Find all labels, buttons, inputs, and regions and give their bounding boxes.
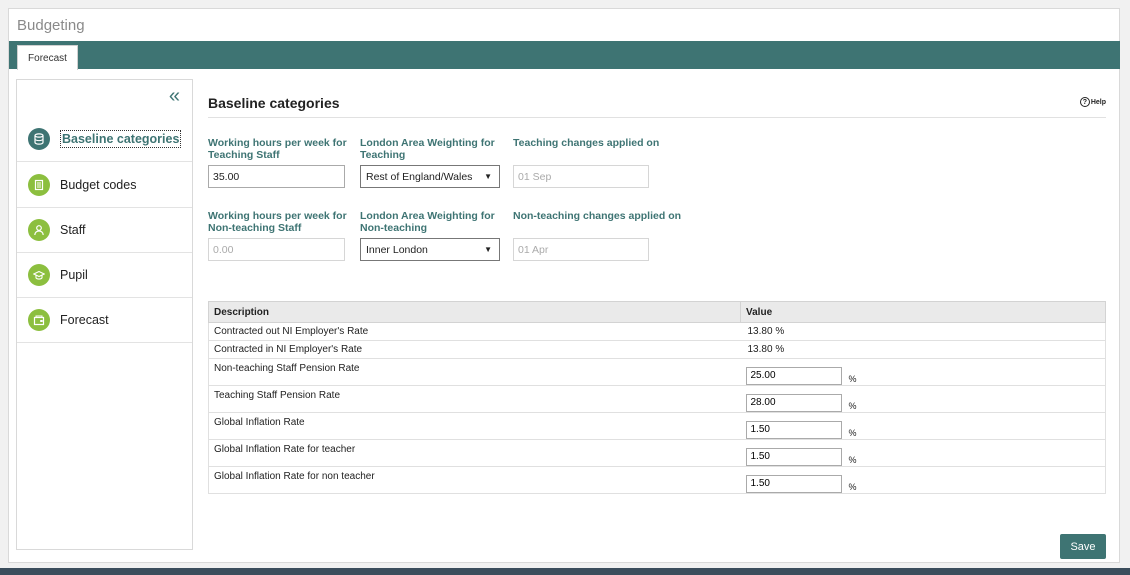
- rate-input[interactable]: [745, 366, 842, 385]
- person-icon: [28, 219, 50, 241]
- row-value: %: [740, 466, 1106, 494]
- percent-unit: %: [848, 400, 857, 411]
- label-line: Non-teaching Staff: [208, 222, 302, 234]
- row-value: %: [740, 358, 1106, 386]
- rate-input[interactable]: [745, 474, 842, 493]
- row-description: Contracted out NI Employer's Rate: [208, 322, 741, 341]
- law-teaching-label: London Area Weighting for Teaching: [360, 137, 495, 161]
- label-line: Teaching Staff: [208, 149, 280, 161]
- sidebar-item-pupil[interactable]: Pupil: [17, 253, 192, 298]
- row-value: %: [740, 385, 1106, 413]
- rates-table: Description Value Contracted out NI Empl…: [208, 301, 1106, 494]
- select-value: Inner London: [366, 243, 428, 256]
- collapse-sidebar-icon[interactable]: «: [169, 86, 180, 106]
- sidebar-item-forecast[interactable]: Forecast: [17, 298, 192, 343]
- column-header-description: Description: [208, 301, 741, 323]
- rate-input[interactable]: [745, 393, 842, 412]
- dropdown-arrow-icon: ▼: [484, 172, 492, 181]
- column-header-value: Value: [740, 301, 1106, 323]
- help-label: Help: [1090, 98, 1106, 106]
- row-value: 13.80 %: [740, 340, 1106, 359]
- table-row: Contracted out NI Employer's Rate 13.80 …: [208, 322, 1106, 341]
- label-line: Non-teaching: [360, 222, 428, 234]
- nonteaching-hours-input[interactable]: [208, 238, 345, 261]
- percent-unit: %: [848, 373, 857, 384]
- table-row: Global Inflation Rate for teacher %: [208, 439, 1106, 467]
- tab-forecast[interactable]: Forecast: [17, 45, 78, 70]
- row-description: Non-teaching Staff Pension Rate: [208, 358, 741, 386]
- row-description: Teaching Staff Pension Rate: [208, 385, 741, 413]
- label-line: London Area Weighting for: [360, 137, 495, 149]
- teaching-hours-label: Working hours per week for Teaching Staf…: [208, 137, 347, 161]
- page-title: Baseline categories: [208, 95, 340, 111]
- row-description: Contracted in NI Employer's Rate: [208, 340, 741, 359]
- row-description: Global Inflation Rate for teacher: [208, 439, 741, 467]
- sidebar-item-label: Budget codes: [60, 178, 137, 192]
- teaching-changes-label: Teaching changes applied on: [513, 137, 660, 149]
- sidebar-item-staff[interactable]: Staff: [17, 208, 192, 253]
- table-row: Teaching Staff Pension Rate %: [208, 385, 1106, 413]
- divider: [208, 117, 1106, 118]
- law-nonteaching-label: London Area Weighting for Non-teaching: [360, 210, 495, 234]
- percent-unit: %: [775, 326, 785, 337]
- dropdown-arrow-icon: ▼: [484, 245, 492, 254]
- teaching-changes-input[interactable]: [513, 165, 649, 188]
- row-description: Global Inflation Rate for non teacher: [208, 466, 741, 494]
- row-value: %: [740, 412, 1106, 440]
- help-icon: ?: [1079, 97, 1090, 107]
- label-line: Working hours per week for: [208, 137, 347, 149]
- nonteaching-changes-input[interactable]: [513, 238, 649, 261]
- app-window: Budgeting Forecast « Baseline categories…: [8, 8, 1120, 563]
- value-text: 13.80: [747, 344, 773, 355]
- rate-input[interactable]: [745, 447, 842, 466]
- taskbar-strip: [0, 568, 1130, 575]
- label-line: Working hours per week for: [208, 210, 347, 222]
- percent-unit: %: [848, 454, 857, 465]
- database-icon: [28, 128, 50, 150]
- law-nonteaching-select[interactable]: Inner London ▼: [360, 238, 500, 261]
- table-header-row: Description Value: [208, 301, 1106, 323]
- table-row: Global Inflation Rate for non teacher %: [208, 466, 1106, 494]
- sidebar-item-baseline-categories[interactable]: Baseline categories: [17, 117, 192, 162]
- table-row: Global Inflation Rate %: [208, 412, 1106, 440]
- label-line: London Area Weighting for: [360, 210, 495, 222]
- save-button[interactable]: Save: [1060, 534, 1106, 559]
- row-value: %: [740, 439, 1106, 467]
- row-description: Global Inflation Rate: [208, 412, 741, 440]
- document-icon: [28, 174, 50, 196]
- nonteaching-changes-label: Non-teaching changes applied on: [513, 210, 682, 222]
- row-value: 13.80 %: [740, 322, 1106, 341]
- main-content: Baseline categories ? Help Working hours…: [208, 79, 1106, 559]
- nonteaching-hours-label: Working hours per week for Non-teaching …: [208, 210, 347, 234]
- value-text: 13.80: [747, 326, 773, 337]
- percent-unit: %: [848, 427, 857, 438]
- sidebar: « Baseline categories Budget codes Staff…: [16, 79, 193, 550]
- law-teaching-select[interactable]: Rest of England/Wales ▼: [360, 165, 500, 188]
- teaching-hours-input[interactable]: [208, 165, 345, 188]
- select-value: Rest of England/Wales: [366, 170, 473, 183]
- percent-unit: %: [775, 344, 785, 355]
- sidebar-item-label: Pupil: [60, 268, 88, 282]
- sidebar-item-budget-codes[interactable]: Budget codes: [17, 163, 192, 208]
- tab-bar: Forecast: [9, 41, 1120, 70]
- help-button[interactable]: ? Help: [1079, 97, 1106, 107]
- label-line: Teaching: [360, 149, 406, 161]
- wallet-icon: [28, 309, 50, 331]
- graduation-cap-icon: [28, 264, 50, 286]
- table-row: Contracted in NI Employer's Rate 13.80 %: [208, 340, 1106, 359]
- table-row: Non-teaching Staff Pension Rate %: [208, 358, 1106, 386]
- sidebar-item-label: Forecast: [60, 313, 109, 327]
- sidebar-item-label: Baseline categories: [60, 130, 182, 148]
- sidebar-item-label: Staff: [60, 223, 86, 237]
- rate-input[interactable]: [745, 420, 842, 439]
- percent-unit: %: [848, 481, 857, 492]
- app-title: Budgeting: [17, 17, 85, 34]
